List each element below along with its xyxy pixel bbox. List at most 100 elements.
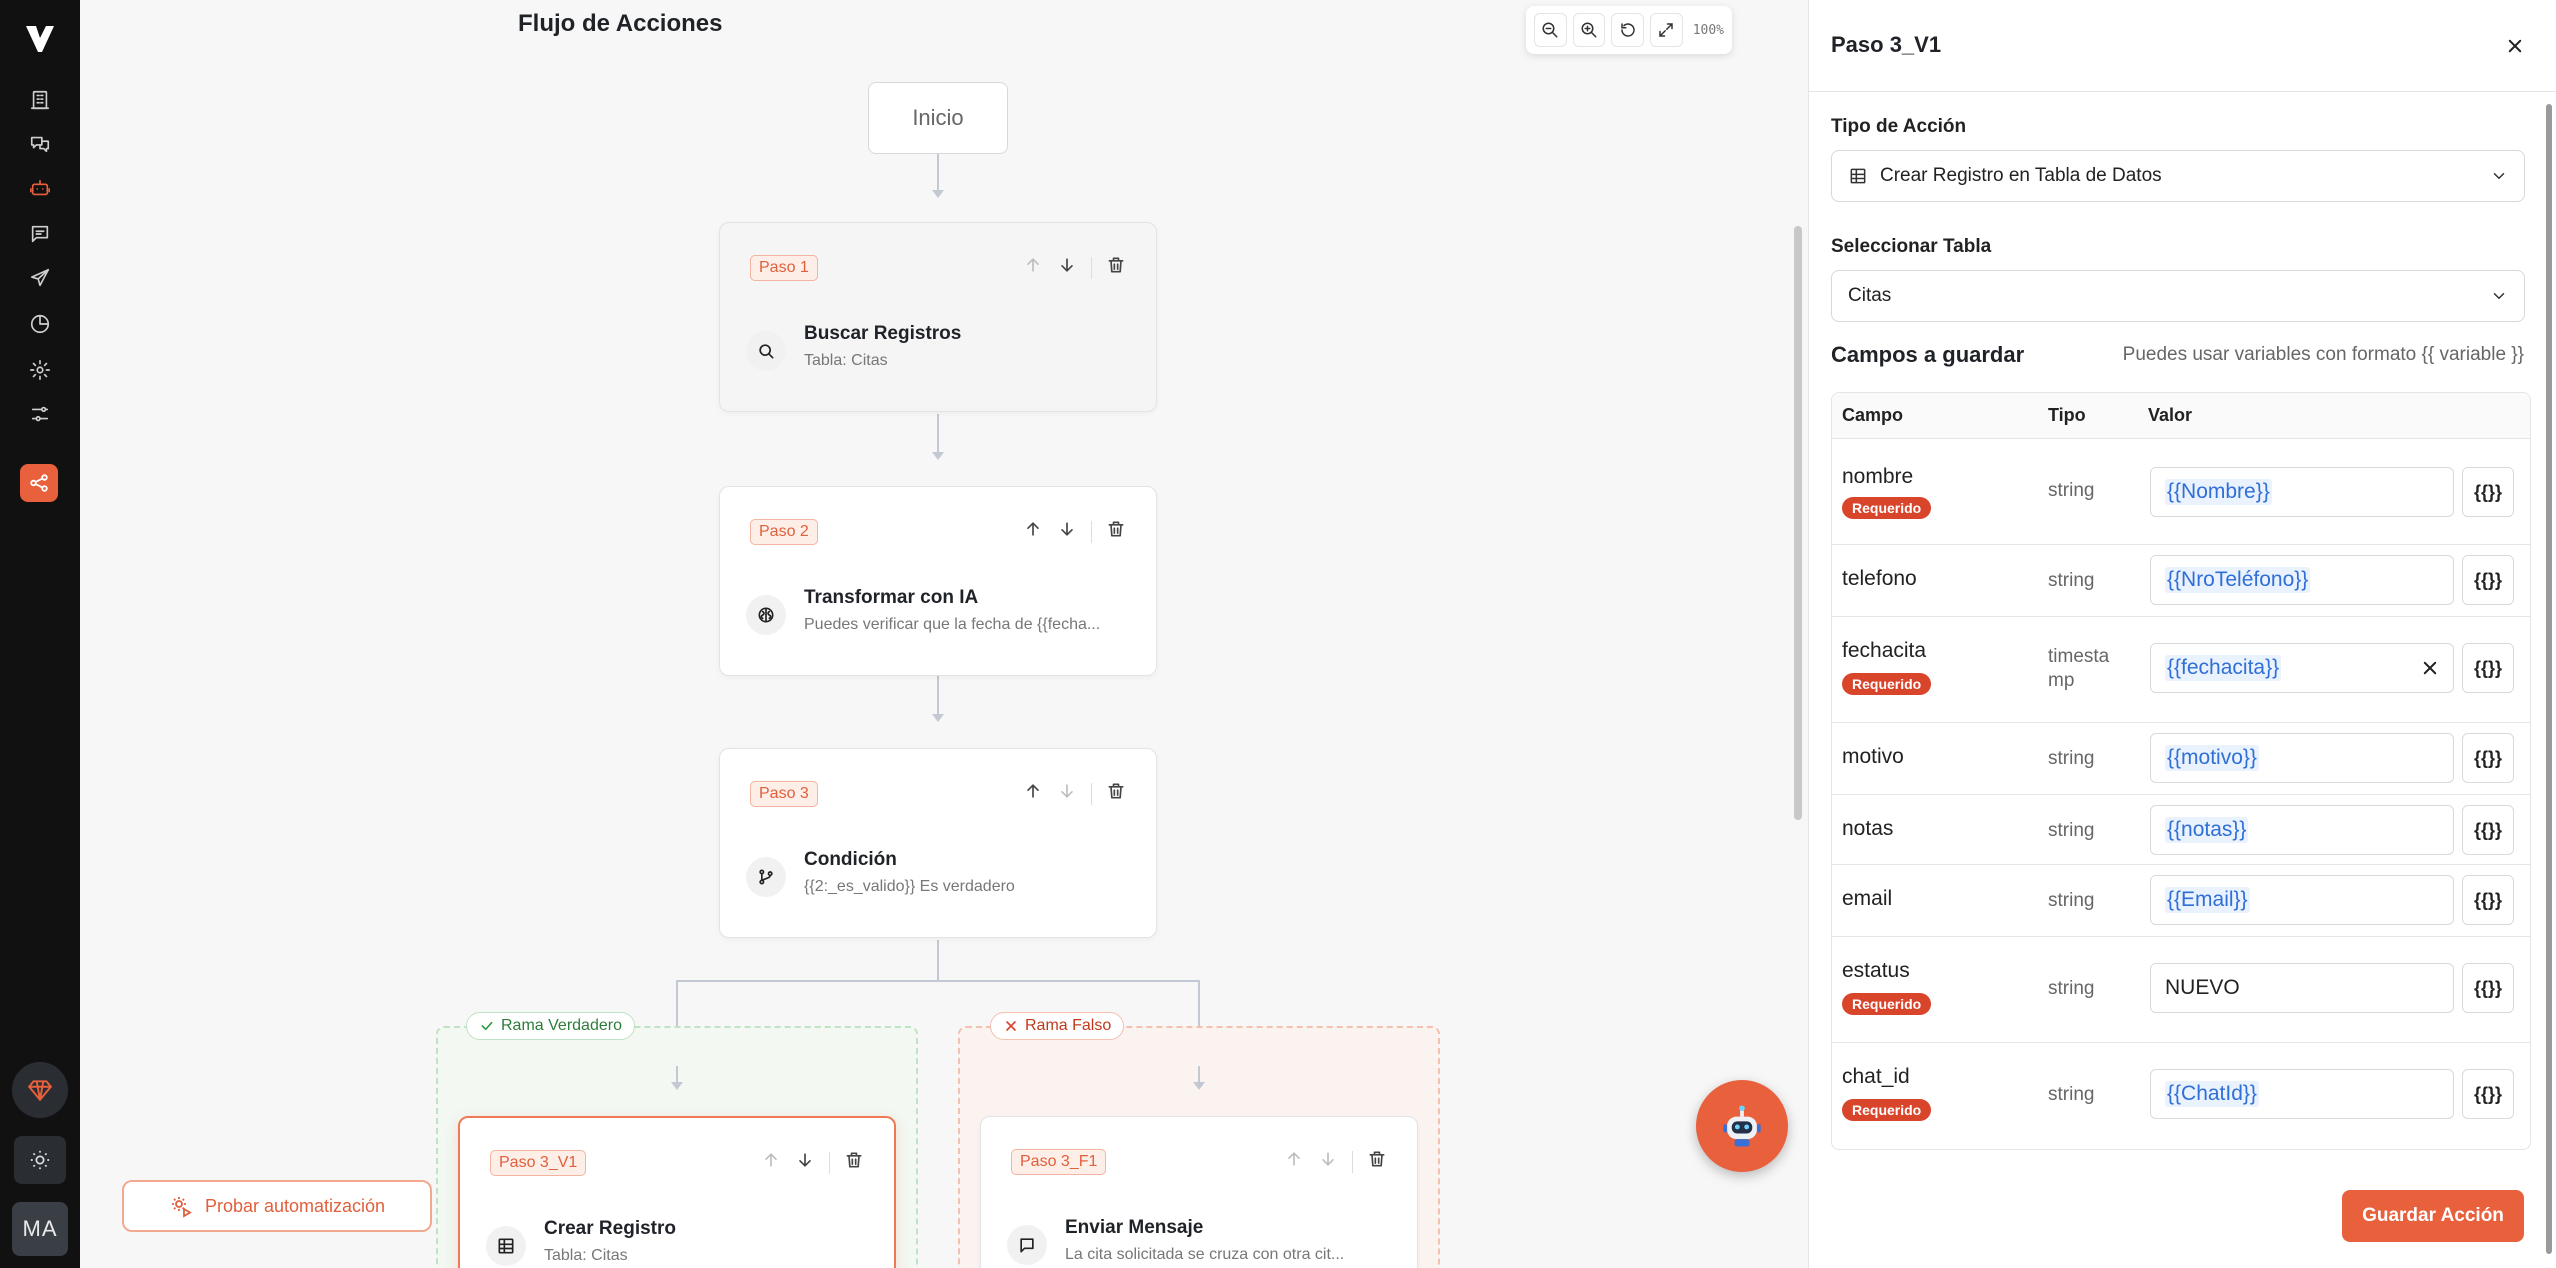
zoom-in-button[interactable] [1572,13,1606,47]
pie-chart-icon[interactable] [24,308,56,340]
step-title: Buscar Registros [804,323,962,344]
delete-step-button[interactable] [1367,1149,1387,1174]
field-value-input[interactable]: {{NroTeléfono}} [2150,555,2454,605]
variable-token: {{Nombre}} [2165,479,2272,505]
move-down-button[interactable] [1057,781,1077,806]
move-up-button[interactable] [1023,255,1043,280]
insert-variable-button[interactable]: {{}} [2462,643,2514,693]
step-card-2[interactable]: Paso 2 Transformar con IA Puedes verific… [719,486,1157,676]
test-automation-button[interactable]: Probar automatización [122,1180,432,1232]
field-type-line1: timesta [2048,646,2110,667]
diamond-icon[interactable] [12,1062,68,1118]
fields-hint: Puedes usar variables con formato {{ var… [2122,344,2524,365]
panel-scrollbar-thumb[interactable] [2546,104,2552,1254]
insert-variable-button[interactable]: {{}} [2462,555,2514,605]
trash-icon [846,1152,862,1168]
building-icon[interactable] [24,84,56,116]
step-title: Transformar con IA [804,587,979,608]
insert-variable-button[interactable]: {{}} [2462,1069,2514,1119]
panel-scrollbar[interactable] [2544,92,2554,1268]
field-value-input[interactable]: {{notas}} [2150,805,2454,855]
close-panel-button[interactable] [2503,34,2527,58]
arrow-down-icon [1061,522,1073,536]
robot-icon[interactable] [24,172,56,204]
insert-variable-button[interactable]: {{}} [2462,805,2514,855]
arrow-down-icon [1061,258,1073,272]
step-subtitle: {{2:_es_valido}} Es verdadero [804,878,1015,895]
close-icon [2508,39,2522,53]
sliders-icon[interactable] [24,398,56,430]
field-value-input[interactable]: {{fechacita}} [2150,643,2454,693]
trash-icon [1369,1151,1385,1167]
delete-step-button[interactable] [1106,519,1126,544]
field-value-input[interactable]: NUEVO [2150,963,2454,1013]
gear-icon[interactable] [24,354,56,386]
start-node[interactable]: Inicio [868,82,1008,154]
move-up-button[interactable] [1023,519,1043,544]
reset-view-button[interactable] [1611,13,1645,47]
zoom-out-icon [1542,22,1558,38]
step-config-panel: Paso 3_V1 Tipo de Acción Crear Registro … [1808,0,2556,1268]
gear-play-icon [171,1197,192,1218]
step-card-3-f1[interactable]: Paso 3_F1 Enviar Mensaje La cita solicit… [980,1116,1418,1268]
field-name: email [1842,887,1893,910]
share-icon[interactable] [20,464,58,502]
chat-bubbles-icon[interactable] [24,128,56,160]
action-type-select[interactable]: Crear Registro en Tabla de Datos [1831,150,2525,202]
required-badge: Requerido [1842,993,1932,1015]
fields-table-header: Campo Tipo Valor [1832,393,2530,439]
variable-token: {{notas}} [2165,817,2249,843]
connector-line [937,676,939,718]
step-card-3[interactable]: Paso 3 Condición {{2:_es_valido}} Es ver… [719,748,1157,938]
field-row-telefono: telefono string {{NroTeléfono}} {{}} [1832,545,2530,617]
delete-step-button[interactable] [1106,255,1126,280]
clear-value-button[interactable] [2421,659,2439,677]
move-up-button[interactable] [1023,781,1043,806]
insert-variable-button[interactable]: {{}} [2462,963,2514,1013]
message-square-icon[interactable] [24,218,56,250]
field-name: motivo [1842,745,1904,768]
insert-variable-button[interactable]: {{}} [2462,875,2514,925]
assistant-bot-button[interactable] [1696,1080,1788,1172]
table-select[interactable]: Citas [1831,270,2525,322]
user-avatar[interactable]: MA [12,1202,68,1256]
step-card-1[interactable]: Paso 1 Buscar Registros Tabla: Citas [719,222,1157,412]
canvas-scrollbar[interactable] [1794,226,1802,820]
divider [1091,256,1092,279]
field-value-input[interactable]: {{Email}} [2150,875,2454,925]
step-card-3-v1[interactable]: Paso 3_V1 Crear Registro Tabla: Citas [458,1116,896,1268]
send-icon[interactable] [24,262,56,294]
move-up-button[interactable] [1284,1149,1304,1174]
field-row-email: email string {{Email}} {{}} [1832,865,2530,937]
brand-logo-icon[interactable] [22,20,58,56]
move-up-button[interactable] [761,1150,781,1175]
test-automation-label: Probar automatización [204,1195,386,1216]
flow-canvas[interactable]: Flujo de Acciones 100% Inicio Paso 1 Bus… [80,0,1808,1268]
field-value-input[interactable]: {{ChatId}} [2150,1069,2454,1119]
action-type-label: Tipo de Acción [1831,116,1967,137]
arrow-up-icon [1288,1152,1300,1166]
fit-view-button[interactable] [1650,13,1683,47]
save-action-button[interactable]: Guardar Acción [2342,1190,2524,1242]
zoom-in-icon [1581,22,1597,38]
move-down-button[interactable] [1057,519,1077,544]
field-value-input[interactable]: {{motivo}} [2150,733,2454,783]
delete-step-button[interactable] [844,1150,864,1175]
move-down-button[interactable] [1057,255,1077,280]
field-row-chat-id: chat_id Requerido string {{ChatId}} {{}} [1832,1043,2530,1149]
variable-token: {{fechacita}} [2165,655,2282,681]
true-branch-label: Rama Verdadero [466,1012,635,1040]
step-title: Crear Registro [544,1218,676,1239]
fields-table: Campo Tipo Valor nombre Requerido string… [1831,392,2531,1150]
table-icon [486,1226,526,1266]
insert-variable-button[interactable]: {{}} [2462,733,2514,783]
required-badge: Requerido [1842,673,1932,695]
field-value-input[interactable]: {{Nombre}} [2150,467,2454,517]
move-down-button[interactable] [1318,1149,1338,1174]
sun-icon[interactable] [14,1136,66,1184]
field-name: chat_id [1842,1065,1910,1088]
insert-variable-button[interactable]: {{}} [2462,467,2514,517]
move-down-button[interactable] [795,1150,815,1175]
zoom-out-button[interactable] [1534,13,1567,47]
delete-step-button[interactable] [1106,781,1126,806]
